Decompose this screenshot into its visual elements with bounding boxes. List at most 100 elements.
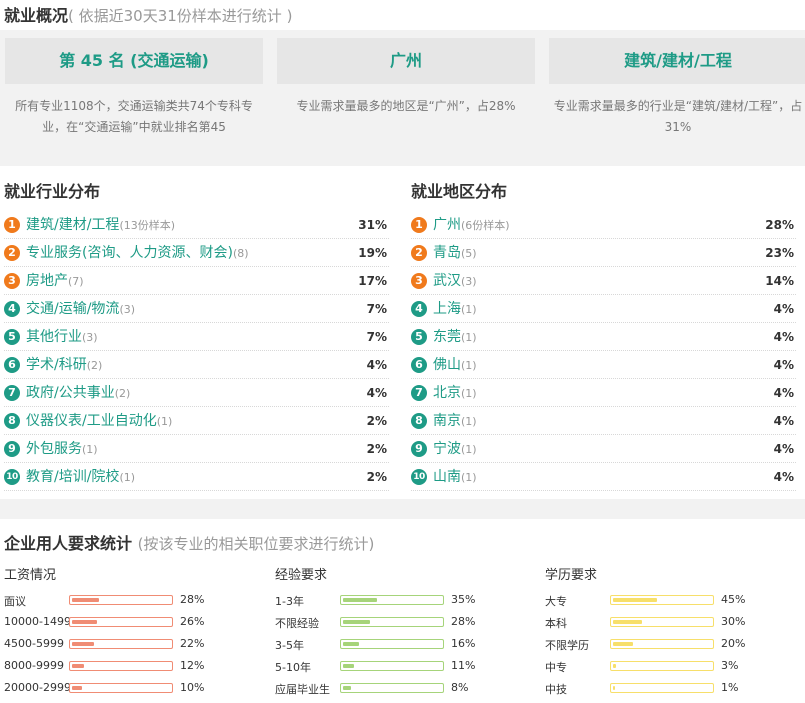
sample-count: (6份样本) [461,219,510,232]
progress-bar [340,595,444,605]
region-row[interactable]: 5 东莞(1) 4% [411,323,796,351]
requirement-row: 中专 3% [545,655,795,677]
region-row[interactable]: 10 山南(1) 4% [411,463,796,491]
region-percentage: 14% [765,274,794,288]
industry-percentage: 7% [366,330,387,344]
progress-bar [610,639,714,649]
progress-bar [610,661,714,671]
industry-row[interactable]: 2 专业服务(咨询、人力资源、财会)(8) 19% [4,239,389,267]
progress-fill [343,664,354,668]
region-row[interactable]: 7 北京(1) 4% [411,379,796,407]
requirement-row: 5-10年 11% [275,655,525,677]
region-name-link[interactable]: 南京(1) [433,407,477,436]
sample-count: (8) [232,247,249,260]
progress-fill [343,686,351,690]
requirement-percentage: 30% [721,615,746,628]
requirement-label: 中技 [545,683,567,696]
region-name-link[interactable]: 宁波(1) [433,435,477,464]
sample-count: (3) [119,303,136,316]
industry-percentage: 17% [358,274,387,288]
industry-name-link[interactable]: 交通/运输/物流(3) [26,295,135,324]
overview-region-headline[interactable]: 广州 [277,38,535,84]
region-distribution: 就业地区分布 1 广州(6份样本) 28% 2 青岛(5) 23% 3 武汉(3) 14% … [411,180,796,491]
sample-count: (1) [82,443,98,456]
rank-badge: 4 [411,301,427,317]
region-name-link[interactable]: 山南(1) [433,463,477,492]
region-row[interactable]: 2 青岛(5) 23% [411,239,796,267]
region-row[interactable]: 9 宁波(1) 4% [411,435,796,463]
region-name-link[interactable]: 佛山(1) [433,351,477,380]
industry-row[interactable]: 3 房地产(7) 17% [4,267,389,295]
industry-percentage: 19% [358,246,387,260]
requirement-row: 20000-29999 10% [4,677,254,699]
industry-name-link[interactable]: 专业服务(咨询、人力资源、财会)(8) [26,239,249,268]
industry-row[interactable]: 6 学术/科研(2) 4% [4,351,389,379]
region-name-link[interactable]: 上海(1) [433,295,477,324]
section-divider [0,147,805,166]
requirement-label: 不限学历 [545,639,589,652]
region-name-link[interactable]: 青岛(5) [433,239,477,268]
progress-bar [610,683,714,693]
industry-name-link[interactable]: 学术/科研(2) [26,351,102,380]
progress-bar [610,595,714,605]
progress-fill [343,598,377,602]
overview-region-desc: 专业需求量最多的地区是“广州”，占28% [296,99,516,113]
region-name-link[interactable]: 武汉(3) [433,267,477,296]
industry-row[interactable]: 4 交通/运输/物流(3) 7% [4,295,389,323]
sample-count: (7) [68,275,84,288]
requirement-label: 1-3年 [275,595,304,608]
industry-name-link[interactable]: 外包服务(1) [26,435,98,464]
requirement-label: 中专 [545,661,567,674]
rank-badge: 3 [4,273,20,289]
industry-name-link[interactable]: 房地产(7) [26,267,84,296]
industry-percentage: 4% [366,386,387,400]
rank-badge: 2 [4,245,20,261]
region-name-link[interactable]: 北京(1) [433,379,477,408]
requirement-percentage: 28% [451,615,476,628]
overview-industry-headline[interactable]: 建筑/建材/工程 [549,38,805,84]
requirement-row: 中技 1% [545,677,795,699]
overview-rank-headline[interactable]: 第 45 名 (交通运输) [5,38,263,84]
requirement-row: 10000-14999 26% [4,611,254,633]
requirement-percentage: 45% [721,593,746,606]
industry-name-link[interactable]: 建筑/建材/工程(13份样本) [26,211,175,240]
industry-row[interactable]: 10 教育/培训/院校(1) 2% [4,463,389,491]
industry-percentage: 2% [366,414,387,428]
requirement-label: 不限经验 [275,617,319,630]
region-name-link[interactable]: 东莞(1) [433,323,477,352]
requirements-heading: 企业用人要求统计 [4,534,133,553]
industry-row[interactable]: 1 建筑/建材/工程(13份样本) 31% [4,211,389,239]
region-percentage: 4% [773,358,794,372]
industry-row[interactable]: 9 外包服务(1) 2% [4,435,389,463]
requirement-percentage: 8% [451,681,469,694]
rank-badge: 10 [4,469,20,485]
industry-name-link[interactable]: 教育/培训/院校(1) [26,463,135,492]
progress-fill [72,598,99,602]
overview-rank-desc: 所有专业1108个，交通运输类共74个专科专业，在“交通运输”中就业排名第45 [15,99,253,134]
progress-fill [72,620,97,624]
region-row[interactable]: 1 广州(6份样本) 28% [411,211,796,239]
requirement-label: 20000-29999 [4,681,72,694]
region-distribution-title: 就业地区分布 [411,182,508,201]
region-row[interactable]: 4 上海(1) 4% [411,295,796,323]
industry-row[interactable]: 7 政府/公共事业(2) 4% [4,379,389,407]
region-row[interactable]: 6 佛山(1) 4% [411,351,796,379]
education-group-title: 学历要求 [545,568,598,583]
region-name-link[interactable]: 广州(6份样本) [433,211,510,240]
industry-row[interactable]: 8 仪器仪表/工业自动化(1) 2% [4,407,389,435]
industry-row[interactable]: 5 其他行业(3) 7% [4,323,389,351]
overview-title: 就业概况( 依据近30天31份样本进行统计 ) [4,4,292,28]
rank-badge: 3 [411,273,427,289]
requirement-percentage: 22% [180,637,205,650]
region-row[interactable]: 3 武汉(3) 14% [411,267,796,295]
requirement-percentage: 28% [180,593,205,606]
progress-fill [343,620,370,624]
industry-name-link[interactable]: 仪器仪表/工业自动化(1) [26,407,172,436]
sample-count: (1) [461,359,477,372]
salary-group-title: 工资情况 [4,568,57,583]
region-row[interactable]: 8 南京(1) 4% [411,407,796,435]
requirements-title: 企业用人要求统计 (按该专业的相关职位要求进行统计) [4,533,374,555]
industry-name-link[interactable]: 其他行业(3) [26,323,98,352]
industry-name-link[interactable]: 政府/公共事业(2) [26,379,130,408]
rank-badge: 6 [411,357,427,373]
